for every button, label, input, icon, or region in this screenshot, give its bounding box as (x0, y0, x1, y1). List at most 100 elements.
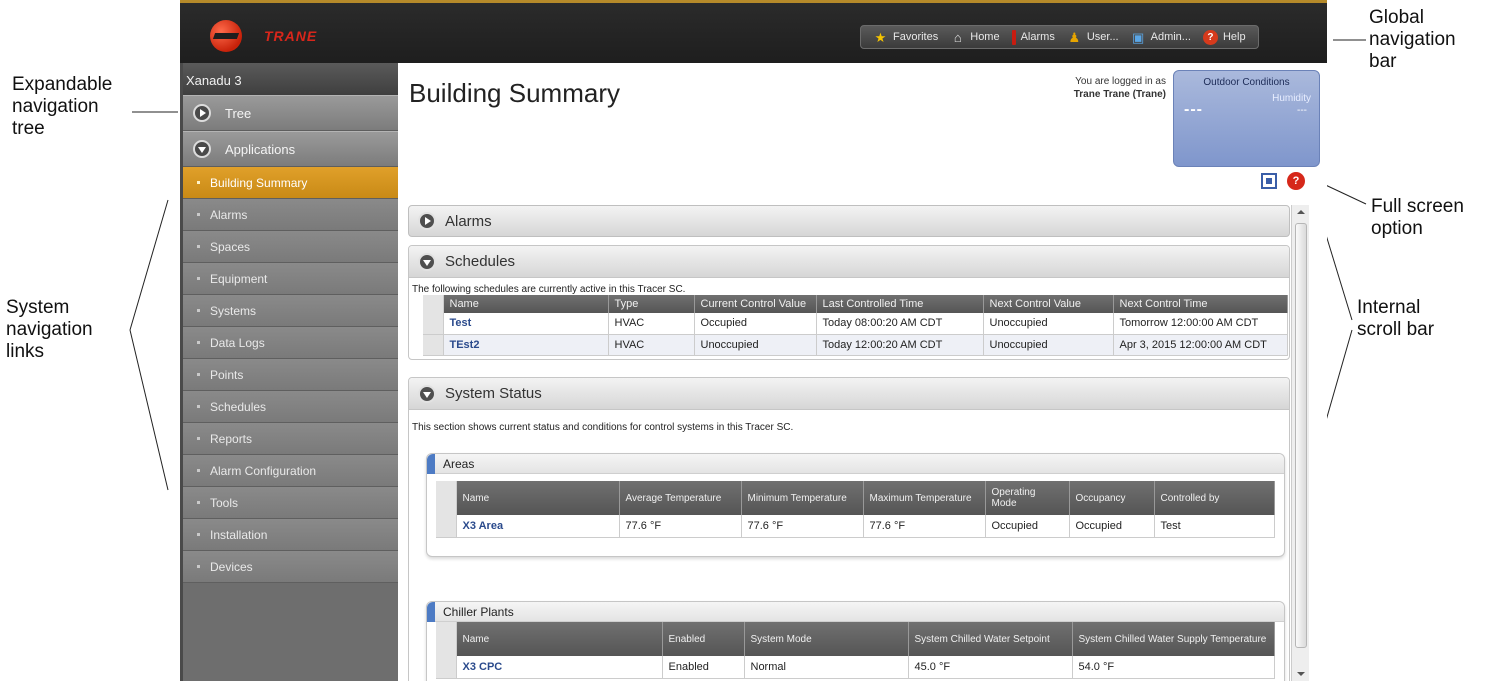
sidebar-item-label: Spaces (210, 239, 251, 254)
column-header[interactable]: Last Controlled Time (816, 295, 984, 313)
table-cell: Occupied (985, 515, 1070, 538)
scroll-up-arrow-icon[interactable] (1297, 210, 1305, 214)
column-header[interactable]: System Chilled Water Setpoint (908, 622, 1073, 656)
column-header[interactable]: Name (456, 622, 663, 656)
bullet-icon (197, 245, 200, 248)
table-cell: Apr 3, 2015 12:00:00 AM CDT (1113, 334, 1288, 356)
app-window: TRANE ★ Favorites ⌂ Home Alarms ♟ User..… (180, 0, 1327, 681)
outdoor-conditions-title: Outdoor Conditions (1203, 77, 1290, 88)
system-status-panel-header[interactable]: System Status (409, 378, 1289, 410)
bullet-icon (197, 405, 200, 408)
column-header[interactable]: Average Temperature (619, 481, 742, 515)
column-header[interactable]: Occupancy (1069, 481, 1155, 515)
schedules-panel-title: Schedules (445, 253, 516, 270)
home-button[interactable]: ⌂ Home (950, 30, 1000, 45)
sidebar-item-points[interactable]: Points (183, 359, 398, 391)
callout-global-nav: Global navigation bar (1369, 7, 1456, 72)
user-icon: ♟ (1068, 29, 1081, 45)
column-header[interactable]: Current Control Value (694, 295, 817, 313)
sidebar-item-spaces[interactable]: Spaces (183, 231, 398, 263)
scroll-down-arrow-icon[interactable] (1297, 672, 1305, 676)
table-row[interactable]: X3 Area 77.6 °F 77.6 °F 77.6 °F Occupied… (436, 515, 1275, 538)
sidebar-item-equipment[interactable]: Equipment (183, 263, 398, 295)
admin-button[interactable]: ▣ Admin... (1131, 30, 1191, 45)
bullet-icon (197, 277, 200, 280)
scroll-content: Alarms Schedules The following schedules… (408, 205, 1290, 681)
subpanel-tab-marker (427, 602, 435, 622)
sidebar-item-schedules[interactable]: Schedules (183, 391, 398, 423)
scroll-thumb[interactable] (1295, 223, 1307, 648)
column-header[interactable]: Enabled (662, 622, 745, 656)
sidebar-item-alarm-configuration[interactable]: Alarm Configuration (183, 455, 398, 487)
row-gutter (436, 515, 457, 538)
favorites-label: Favorites (893, 31, 939, 43)
sidebar-item-building-summary[interactable]: Building Summary (183, 167, 398, 199)
bullet-icon (197, 533, 200, 536)
table-cell: Normal (744, 656, 909, 679)
area-name-link[interactable]: X3 Area (456, 515, 620, 538)
humidity-label: Humidity (1272, 93, 1311, 104)
schedules-panel-header[interactable]: Schedules (409, 246, 1289, 278)
alarms-label: Alarms (1020, 31, 1055, 43)
internal-scrollbar[interactable] (1291, 205, 1309, 681)
areas-subpanel: Areas Name Average Temperature Minimum T… (426, 453, 1285, 557)
alarm-icon (1011, 29, 1016, 45)
sidebar-item-reports[interactable]: Reports (183, 423, 398, 455)
alarms-panel-title: Alarms (445, 212, 492, 230)
sidebar-item-tools[interactable]: Tools (183, 487, 398, 519)
help-button[interactable]: ? Help (1202, 29, 1246, 45)
help-icon: ? (1202, 29, 1218, 45)
table-row[interactable]: X3 CPC Enabled Normal 45.0 °F 54.0 °F (436, 656, 1275, 679)
column-header[interactable]: Next Control Time (1113, 295, 1288, 313)
sidebar-item-alarms[interactable]: Alarms (183, 199, 398, 231)
column-header[interactable]: Type (608, 295, 695, 313)
bullet-icon (197, 213, 200, 216)
bullet-icon (197, 373, 200, 376)
sidebar-item-installation[interactable]: Installation (183, 519, 398, 551)
sidebar-item-data-logs[interactable]: Data Logs (183, 327, 398, 359)
chiller-plants-table: Name Enabled System Mode System Chilled … (436, 622, 1275, 679)
table-cell: Occupied (694, 313, 817, 335)
bullet-icon (197, 565, 200, 568)
outdoor-temperature-value: --- (1184, 101, 1203, 118)
expand-arrow-icon (418, 212, 436, 230)
star-icon: ★ (874, 29, 887, 45)
page-help-icon[interactable]: ? (1287, 172, 1305, 190)
column-header[interactable]: Maximum Temperature (863, 481, 986, 515)
alarms-button[interactable]: Alarms (1011, 29, 1055, 45)
subpanel-tab-marker (427, 454, 435, 474)
alarms-panel-header[interactable]: Alarms (408, 205, 1290, 237)
column-header[interactable]: Controlled by (1154, 481, 1275, 515)
column-header[interactable]: Minimum Temperature (741, 481, 864, 515)
sidebar-item-systems[interactable]: Systems (183, 295, 398, 327)
bullet-icon (197, 181, 200, 184)
table-row[interactable]: Test HVAC Occupied Today 08:00:20 AM CDT… (423, 313, 1288, 335)
column-header[interactable]: System Mode (744, 622, 909, 656)
sidebar-item-label: Building Summary (210, 175, 308, 190)
outdoor-conditions-widget[interactable]: Outdoor Conditions Humidity --- --- (1173, 70, 1320, 167)
applications-accordion[interactable]: Applications (183, 131, 398, 167)
row-gutter (423, 334, 444, 356)
chiller-plant-name-link[interactable]: X3 CPC (456, 656, 663, 679)
table-cell: 77.6 °F (619, 515, 742, 538)
column-header[interactable]: Operating Mode (985, 481, 1070, 515)
column-header[interactable]: Next Control Value (983, 295, 1114, 313)
column-header[interactable]: Name (443, 295, 609, 313)
tree-accordion[interactable]: Tree (183, 95, 398, 131)
row-gutter (423, 313, 444, 335)
collapse-arrow-icon (418, 252, 436, 271)
column-header[interactable]: System Chilled Water Supply Temperature (1072, 622, 1275, 656)
sidebar-item-label: Alarms (210, 207, 248, 222)
full-screen-icon[interactable] (1261, 173, 1277, 189)
leader-system-nav-bottom (129, 329, 169, 491)
table-cell: Today 12:00:20 AM CDT (816, 334, 984, 356)
sidebar-item-devices[interactable]: Devices (183, 551, 398, 583)
user-button[interactable]: ♟ User... (1067, 30, 1119, 45)
column-header[interactable]: Name (456, 481, 620, 515)
table-row[interactable]: TEst2 HVAC Unoccupied Today 12:00:20 AM … (423, 334, 1288, 356)
favorites-button[interactable]: ★ Favorites (873, 29, 939, 45)
schedule-name-link[interactable]: Test (443, 313, 609, 335)
table-cell: 45.0 °F (908, 656, 1073, 679)
annotated-screenshot: Expandable navigation tree System naviga… (0, 0, 1499, 681)
schedule-name-link[interactable]: TEst2 (443, 334, 609, 356)
